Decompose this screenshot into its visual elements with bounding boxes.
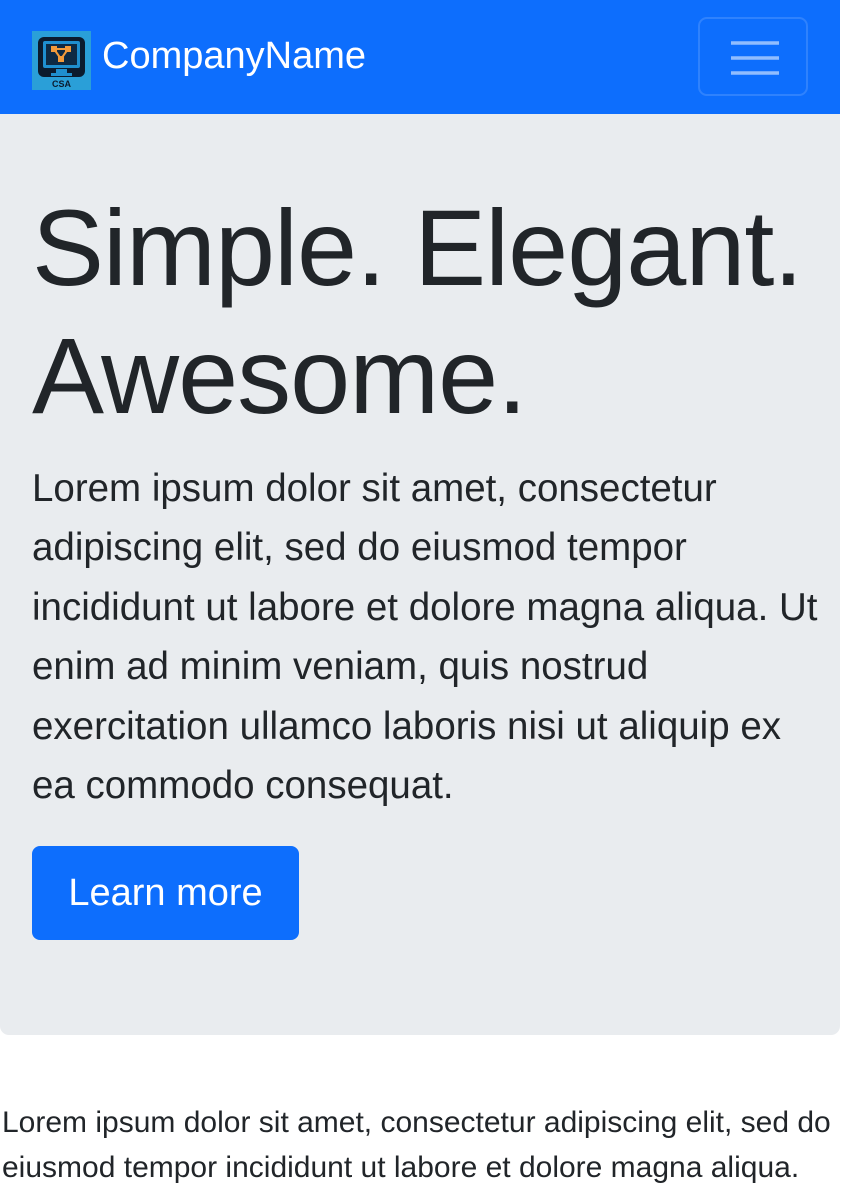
navbar-toggle-button[interactable] [698,17,808,96]
hero-jumbotron: Simple. Elegant. Awesome. Lorem ipsum do… [0,114,840,1035]
top-navbar: CSA CompanyName [0,0,840,114]
brand-name: CompanyName [102,35,366,77]
logo-text: CSA [52,79,72,89]
hero-title-line1: Simple. Elegant. [32,187,803,308]
hero-title-line2: Awesome. [32,315,527,436]
hero-lead-text: Lorem ipsum dolor sit amet, consectetur … [32,467,818,808]
brand-link[interactable]: CSA CompanyName [32,30,366,90]
hamburger-menu-icon [731,41,779,75]
hero-title: Simple. Elegant. Awesome. [32,184,832,440]
body-paragraph: Lorem ipsum dolor sit amet, consectetur … [2,1106,831,1184]
learn-more-button[interactable]: Learn more [32,846,299,940]
company-logo-icon: CSA [32,30,91,90]
